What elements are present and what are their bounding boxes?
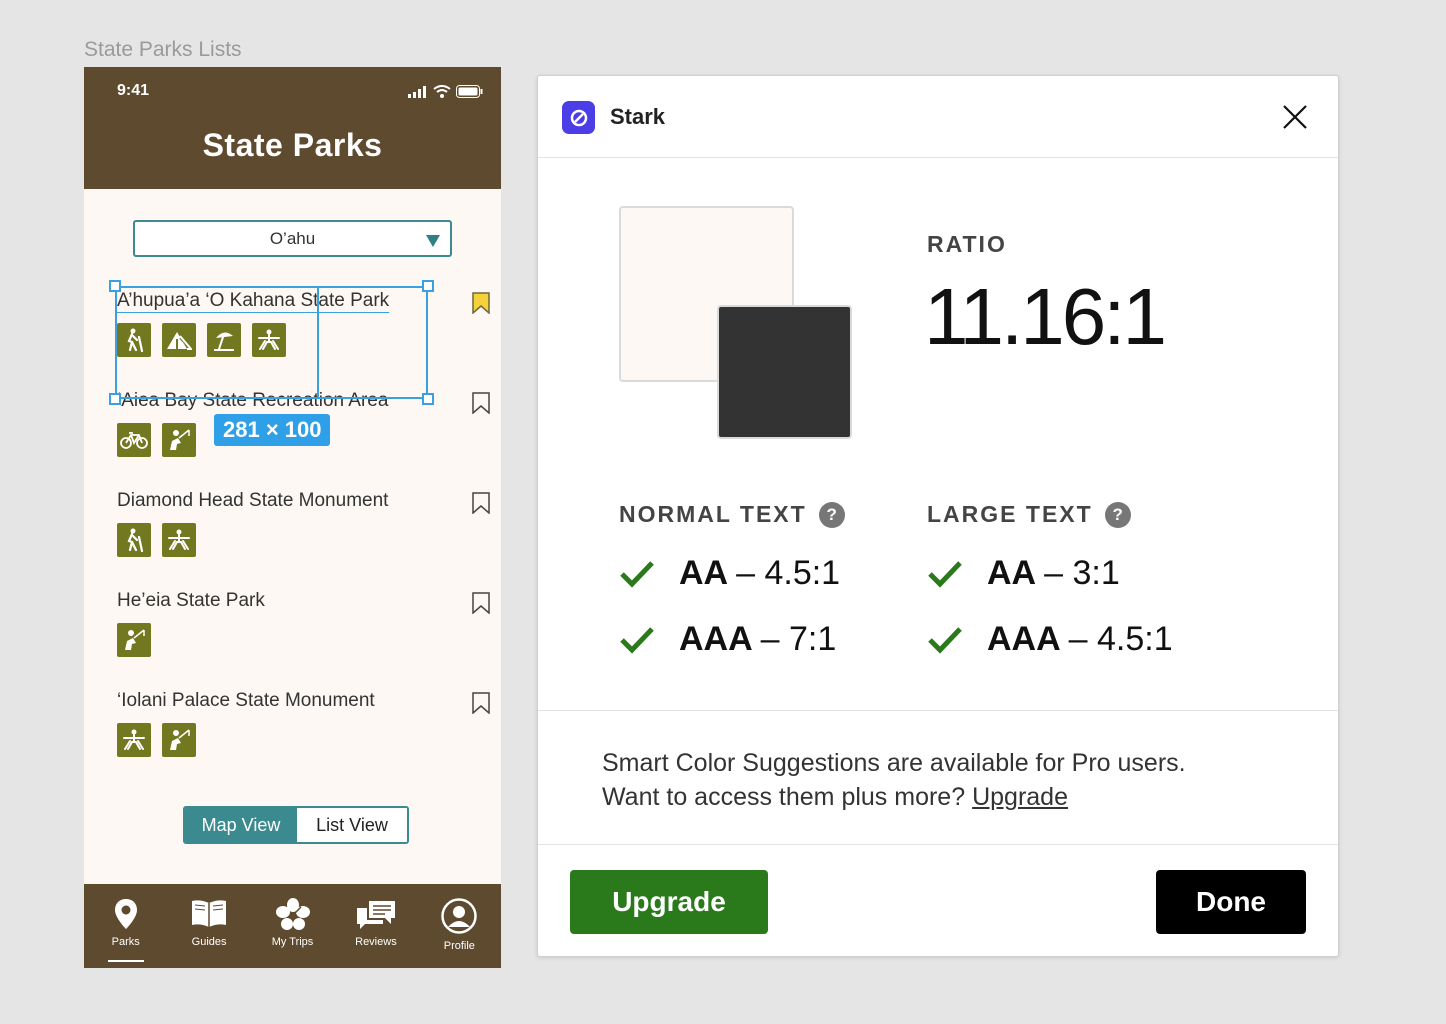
park-name: A’hupua’a ‘O Kahana State Park [117, 290, 390, 311]
level-ratio: – 4.5:1 [1068, 620, 1173, 658]
level-label: AAA [987, 620, 1061, 658]
biking-icon [117, 423, 151, 457]
stark-dialog: Stark RATIO 11.16:1 NORMAL TEXT ? LARGE … [537, 75, 1339, 957]
upgrade-button[interactable]: Upgrade [570, 870, 768, 934]
tab-reviews[interactable]: Reviews [334, 884, 417, 968]
divider [538, 710, 1338, 711]
check-icon [620, 560, 654, 588]
chevron-down-icon [426, 235, 440, 247]
bookmark-icon[interactable] [471, 492, 491, 514]
done-button[interactable]: Done [1156, 870, 1306, 934]
fishing-icon [162, 723, 196, 757]
bookmark-icon[interactable] [471, 692, 491, 714]
hiking-icon [117, 523, 151, 557]
large-text-heading: LARGE TEXT ? [927, 501, 1131, 528]
park-name: He’eia State Park [117, 590, 265, 611]
list-item[interactable]: ‘Iolani Palace State Monument [117, 690, 490, 757]
park-name: ‘Iolani Palace State Monument [117, 690, 375, 711]
fishing-icon [117, 623, 151, 657]
check-icon [928, 626, 962, 654]
picnic-icon [117, 723, 151, 757]
park-name: Diamond Head State Monument [117, 490, 389, 511]
ratio-label: RATIO [927, 231, 1007, 257]
beach-icon [207, 323, 241, 357]
phone-header: 9:41 State Parks [84, 67, 501, 189]
large-text-label: LARGE TEXT [927, 501, 1093, 527]
help-icon[interactable]: ? [1104, 501, 1131, 528]
list-item[interactable]: Diamond Head State Monument [117, 490, 490, 557]
chat-icon [356, 901, 395, 929]
level-ratio: – 7:1 [760, 620, 837, 658]
tab-label: Reviews [355, 936, 397, 948]
status-time: 9:41 [117, 82, 150, 99]
island-select-value: O’ahu [269, 228, 316, 248]
promo-line: Want to access them plus more? [602, 783, 966, 811]
level-ratio: – 4.5:1 [736, 554, 841, 592]
divider [538, 844, 1338, 845]
stark-logo-icon [562, 101, 595, 134]
large-aaa-result: AAA – 4.5:1 [927, 620, 1173, 659]
promo-line: Smart Color Suggestions are available fo… [602, 749, 1186, 777]
level-label: AAA [679, 620, 753, 658]
level-label: AA [679, 554, 729, 592]
ratio-value: 11.16:1 [924, 272, 1167, 361]
tab-guides[interactable]: Guides [167, 884, 250, 968]
dialog-title: Stark [610, 104, 666, 129]
large-aa-result: AA – 3:1 [927, 554, 1120, 593]
camping-icon [162, 323, 196, 357]
map-pin-icon [114, 899, 137, 929]
normal-text-heading: NORMAL TEXT ? [619, 501, 845, 528]
signal-icon [408, 85, 426, 98]
background-swatch[interactable] [717, 305, 852, 439]
dialog-header: Stark [538, 76, 1338, 158]
close-icon[interactable] [1280, 102, 1310, 132]
check-icon [620, 626, 654, 654]
list-item[interactable]: He’eia State Park [117, 590, 490, 657]
tab-my-trips[interactable]: My Trips [251, 884, 334, 968]
list-view-button[interactable]: List View [297, 808, 407, 842]
wifi-icon [433, 85, 451, 98]
fishing-icon [162, 423, 196, 457]
tab-profile[interactable]: Profile [418, 884, 501, 968]
tab-bar: Parks Guides My Trips Reviews Profile [84, 884, 501, 968]
battery-icon [456, 85, 483, 98]
status-icons [408, 85, 483, 98]
level-ratio: – 3:1 [1044, 554, 1120, 592]
tab-label: Parks [111, 936, 140, 948]
tab-parks[interactable]: Parks [84, 884, 167, 968]
park-name: ‘Aiea Bay State Recreation Area [117, 390, 389, 411]
book-icon [192, 900, 227, 927]
picnic-icon [162, 523, 196, 557]
frame-label: State Parks Lists [84, 38, 242, 61]
dimension-badge: 281 × 100 [214, 414, 331, 446]
island-select[interactable]: O’ahu [133, 220, 452, 257]
bookmark-icon[interactable] [471, 392, 491, 414]
level-label: AA [987, 554, 1037, 592]
active-indicator [107, 960, 144, 962]
user-icon [441, 898, 478, 934]
check-icon [928, 560, 962, 588]
bookmark-icon[interactable] [471, 292, 491, 314]
page-title: State Parks [202, 127, 383, 163]
phone-frame: 9:41 State Parks O’ahu A’hupua’a ‘O Kaha… [84, 67, 501, 968]
tab-label: Profile [443, 940, 475, 952]
bookmark-icon[interactable] [471, 592, 491, 614]
picnic-icon [252, 323, 286, 357]
help-icon[interactable]: ? [818, 501, 845, 528]
normal-aaa-result: AAA – 7:1 [619, 620, 836, 659]
tab-label: My Trips [271, 936, 314, 948]
upgrade-link[interactable]: Upgrade [972, 783, 1068, 811]
hiking-icon [117, 323, 151, 357]
list-item[interactable]: A’hupua’a ‘O Kahana State Park [117, 290, 490, 357]
normal-aa-result: AA – 4.5:1 [619, 554, 840, 593]
normal-text-label: NORMAL TEXT [619, 501, 807, 527]
tab-label: Guides [191, 936, 227, 948]
map-view-button[interactable]: Map View [185, 808, 297, 842]
hibiscus-icon [275, 898, 310, 930]
promo-text: Smart Color Suggestions are available fo… [602, 746, 1186, 814]
view-toggle: Map View List View [183, 806, 409, 844]
